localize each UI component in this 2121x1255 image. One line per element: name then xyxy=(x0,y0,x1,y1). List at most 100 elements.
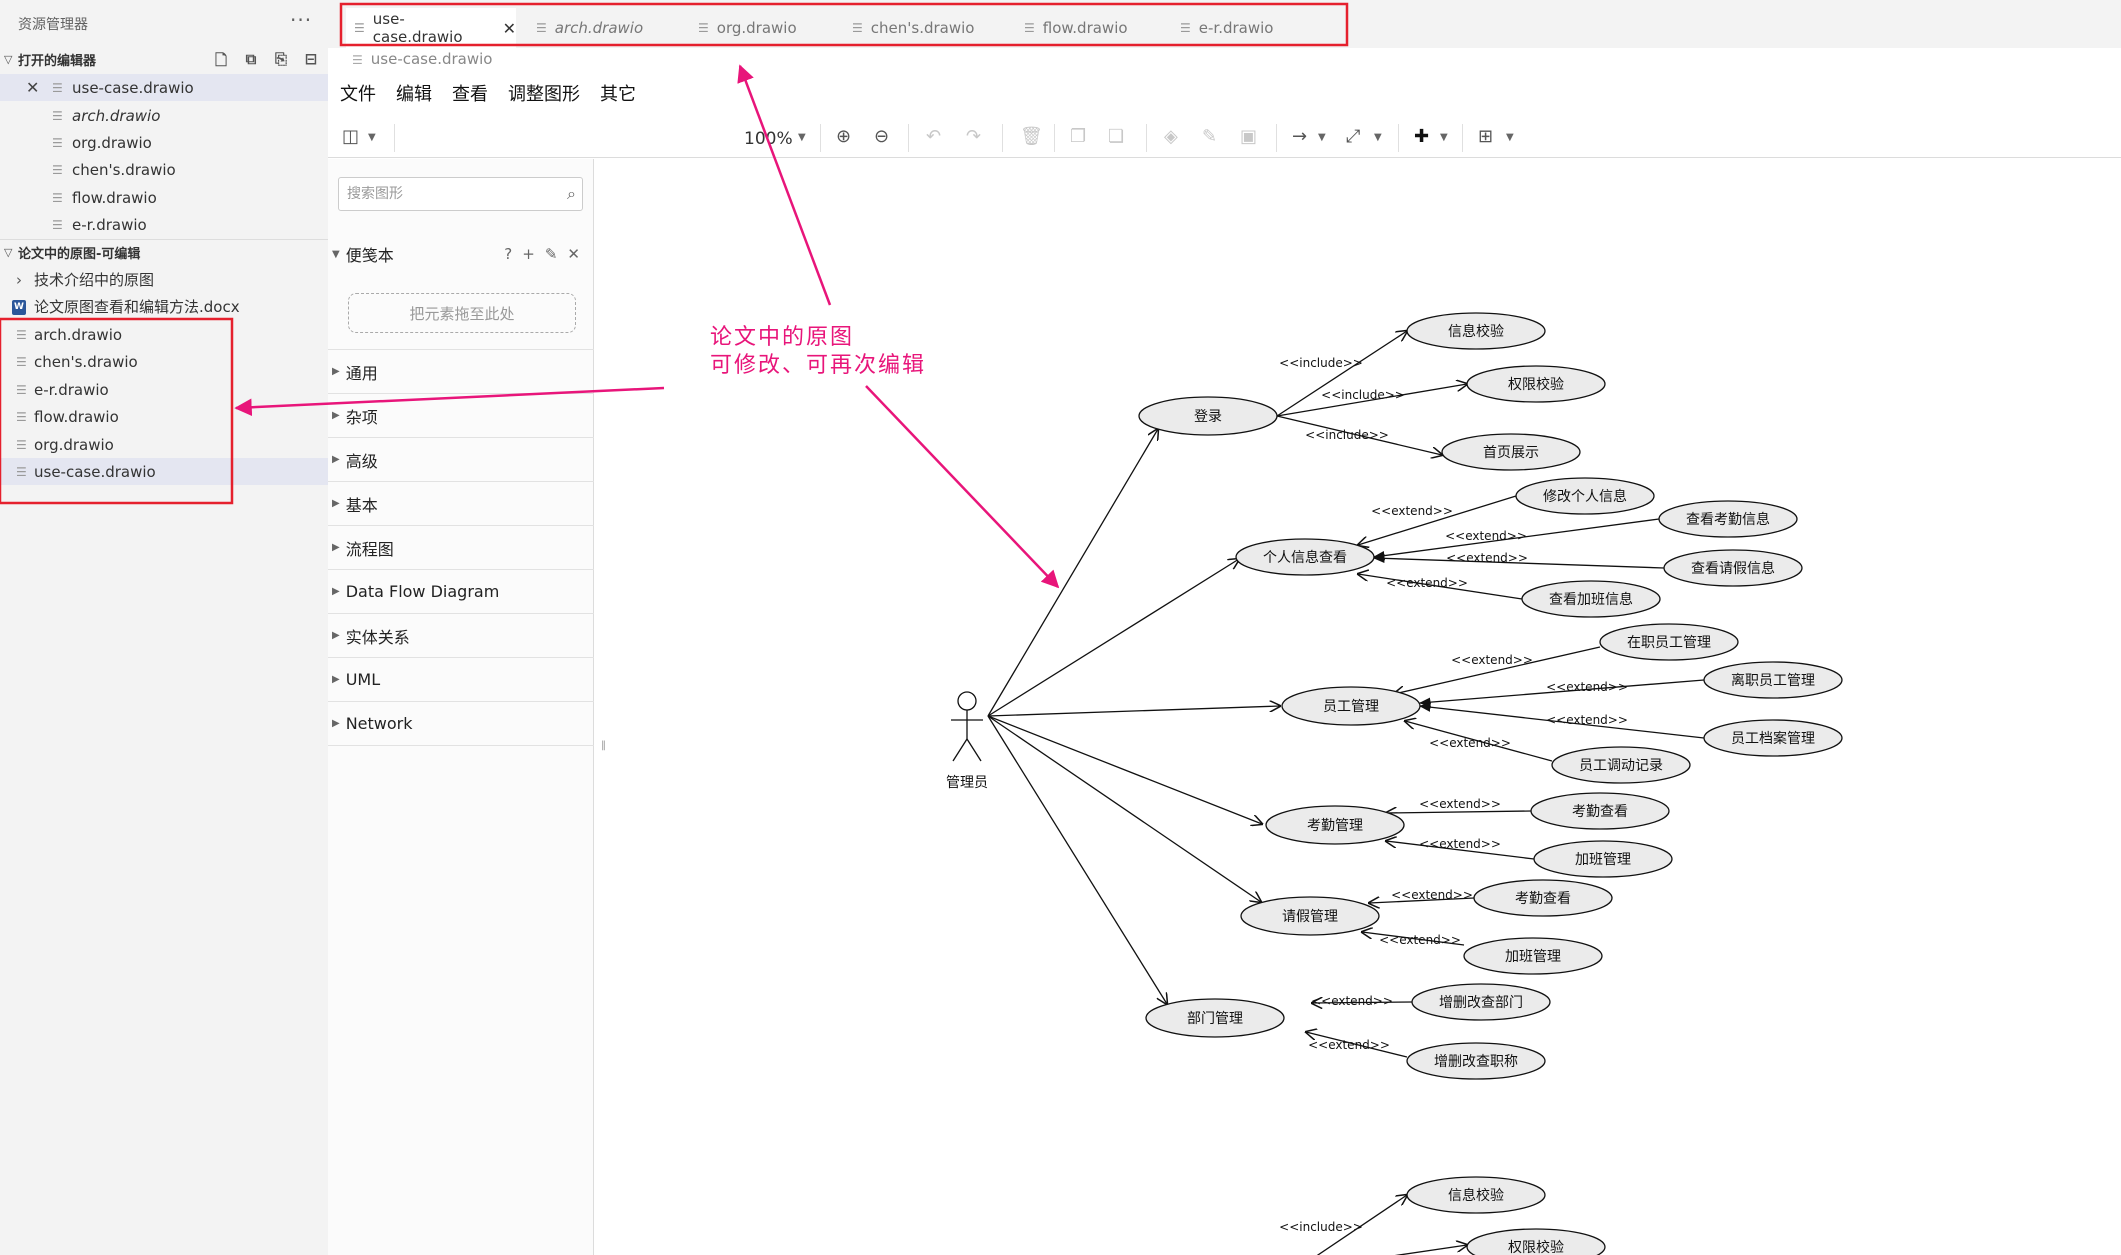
chevron-down-icon[interactable]: ▼ xyxy=(798,132,806,143)
open-editor-label: use-case.drawio xyxy=(72,78,194,97)
open-editor-item[interactable]: ☰ arch.drawio xyxy=(0,102,328,129)
insert-icon[interactable]: ✚ xyxy=(1414,126,1429,147)
new-folder-icon[interactable]: ⧉ xyxy=(242,50,260,75)
tab-flow[interactable]: ☰ flow.drawio xyxy=(1024,8,1174,48)
more-actions-icon[interactable]: ··· xyxy=(290,8,312,32)
file-item[interactable]: W 论文原图查看和编辑方法.docx xyxy=(0,293,328,320)
menu-file[interactable]: 文件 xyxy=(340,80,376,106)
to-back-icon[interactable]: ❏ xyxy=(1108,126,1124,147)
chevron-down-icon[interactable]: ▼ xyxy=(368,132,376,143)
to-front-icon[interactable]: ❐ xyxy=(1070,126,1086,147)
file-item[interactable]: ☰ org.drawio xyxy=(0,431,328,458)
usecase-label: 员工档案管理 xyxy=(1731,730,1815,747)
library-er[interactable]: ▶ 实体关系 xyxy=(328,614,594,658)
collapse-all-icon[interactable]: ⊟ xyxy=(302,50,320,75)
open-editor-item[interactable]: ☰ e-r.drawio xyxy=(0,211,328,238)
search-icon[interactable]: ⌕ xyxy=(567,184,576,204)
chevron-down-icon[interactable]: ▼ xyxy=(1440,132,1448,143)
save-all-icon[interactable]: ⎘ xyxy=(272,50,290,75)
tab-chens[interactable]: ☰ chen's.drawio xyxy=(852,8,1012,48)
menu-extras[interactable]: 其它 xyxy=(600,80,636,106)
open-editor-item[interactable]: ✕ ☰ use-case.drawio xyxy=(0,74,328,101)
file-label: use-case.drawio xyxy=(34,462,156,481)
format-panel-icon[interactable]: ◫ xyxy=(342,126,359,147)
triangle-right-icon: ▶ xyxy=(332,542,340,553)
include-line xyxy=(1394,1245,1467,1255)
tab-label: arch.drawio xyxy=(554,19,644,37)
folder-item[interactable]: › 技术介绍中的原图 xyxy=(0,266,328,293)
chevron-down-icon[interactable]: ▼ xyxy=(1506,132,1514,143)
open-editors-header[interactable]: ▽ 打开的编辑器 🗋 ⧉ ⎘ ⊟ xyxy=(0,46,328,72)
library-basic[interactable]: ▶ 基本 xyxy=(328,482,594,526)
relation-label: <<extend>> xyxy=(1445,529,1527,543)
help-icon[interactable]: ? xyxy=(504,245,512,263)
breadcrumb-label: use-case.drawio xyxy=(370,50,493,68)
library-advanced[interactable]: ▶ 高级 xyxy=(328,438,594,482)
toolbar-divider xyxy=(1398,124,1399,152)
add-icon[interactable]: + xyxy=(522,245,535,263)
menu-view[interactable]: 查看 xyxy=(452,80,488,106)
file-icon: ☰ xyxy=(16,409,27,424)
relation-label: <<extend>> xyxy=(1311,994,1393,1008)
zoom-in-icon[interactable]: ⊕ xyxy=(836,126,851,147)
file-item[interactable]: ☰ chen's.drawio xyxy=(0,348,328,375)
relation-label: <<include>> xyxy=(1279,356,1363,370)
line-color-icon[interactable]: ✎ xyxy=(1202,126,1217,147)
delete-icon[interactable]: 🗑 xyxy=(1020,126,1043,147)
relation-label: <<extend>> xyxy=(1546,680,1628,694)
library-general[interactable]: ▶ 通用 xyxy=(328,350,594,394)
file-icon: ☰ xyxy=(16,354,27,369)
redo-icon[interactable]: ↷ xyxy=(966,126,981,147)
file-icon: ☰ xyxy=(16,437,27,452)
usecase-label: 在职员工管理 xyxy=(1627,635,1711,651)
menu-arrange[interactable]: 调整图形 xyxy=(508,80,580,106)
file-icon: ☰ xyxy=(52,108,63,123)
library-flowchart[interactable]: ▶ 流程图 xyxy=(328,526,594,570)
connection-icon[interactable]: → xyxy=(1292,126,1307,147)
actor-figure[interactable] xyxy=(951,691,983,762)
file-item[interactable]: ☰ flow.drawio xyxy=(0,403,328,430)
tab-org[interactable]: ☰ org.drawio xyxy=(698,8,848,48)
file-item[interactable]: ☰ use-case.drawio xyxy=(0,458,328,485)
zoom-select[interactable]: 100% xyxy=(744,129,793,149)
fill-color-icon[interactable]: ◈ xyxy=(1164,126,1178,147)
tab-er[interactable]: ☰ e-r.drawio xyxy=(1180,8,1310,48)
panel-resize-handle[interactable]: ‖ xyxy=(601,740,606,751)
file-item[interactable]: ☰ arch.drawio xyxy=(0,321,328,348)
chevron-down-icon[interactable]: ▼ xyxy=(1374,132,1382,143)
library-uml[interactable]: ▶ UML xyxy=(328,658,594,702)
edit-icon[interactable]: ✎ xyxy=(545,245,558,263)
menu-edit[interactable]: 编辑 xyxy=(396,80,432,106)
open-editor-item[interactable]: ☰ chen's.drawio xyxy=(0,156,328,183)
workspace-header[interactable]: ▽ 论文中的原图-可编辑 xyxy=(0,239,328,265)
open-editor-item[interactable]: ☰ flow.drawio xyxy=(0,184,328,211)
tab-arch[interactable]: ☰ arch.drawio xyxy=(536,8,686,48)
shadow-icon[interactable]: ▣ xyxy=(1240,126,1257,147)
undo-icon[interactable]: ↶ xyxy=(926,126,941,147)
shape-search-input[interactable] xyxy=(339,178,539,210)
breadcrumb[interactable]: ☰ use-case.drawio xyxy=(352,50,492,68)
file-label: 论文原图查看和编辑方法.docx xyxy=(34,298,240,316)
relation-label: <<extend>> xyxy=(1386,576,1468,590)
triangle-right-icon: ▶ xyxy=(332,630,340,641)
tab-use-case[interactable]: ☰ use-case.drawio ✕ xyxy=(346,8,516,48)
chevron-down-icon[interactable]: ▼ xyxy=(1318,132,1326,143)
file-label: arch.drawio xyxy=(34,325,123,344)
word-file-icon: W xyxy=(12,298,26,315)
toolbar-divider xyxy=(1276,124,1277,152)
zoom-out-icon[interactable]: ⊖ xyxy=(874,126,889,147)
file-item[interactable]: ☰ e-r.drawio xyxy=(0,376,328,403)
open-editor-item[interactable]: ☰ org.drawio xyxy=(0,129,328,156)
new-file-icon[interactable]: 🗋 xyxy=(212,50,230,75)
close-icon[interactable]: ✕ xyxy=(567,245,580,263)
scratchpad-dropzone[interactable]: 把元素拖至此处 xyxy=(348,293,576,333)
library-misc[interactable]: ▶ 杂项 xyxy=(328,394,594,438)
library-network[interactable]: ▶ Network xyxy=(328,702,594,746)
library-dfd[interactable]: ▶ Data Flow Diagram xyxy=(328,570,594,614)
table-icon[interactable]: ⊞ xyxy=(1478,126,1493,147)
close-icon[interactable]: ✕ xyxy=(26,78,39,97)
close-icon[interactable]: ✕ xyxy=(503,19,516,38)
scratchpad-header[interactable]: ▼ 便笺本 ? + ✎ ✕ xyxy=(328,239,594,269)
file-label: chen's.drawio xyxy=(34,352,138,371)
waypoints-icon[interactable]: ⤢ xyxy=(1346,126,1360,147)
